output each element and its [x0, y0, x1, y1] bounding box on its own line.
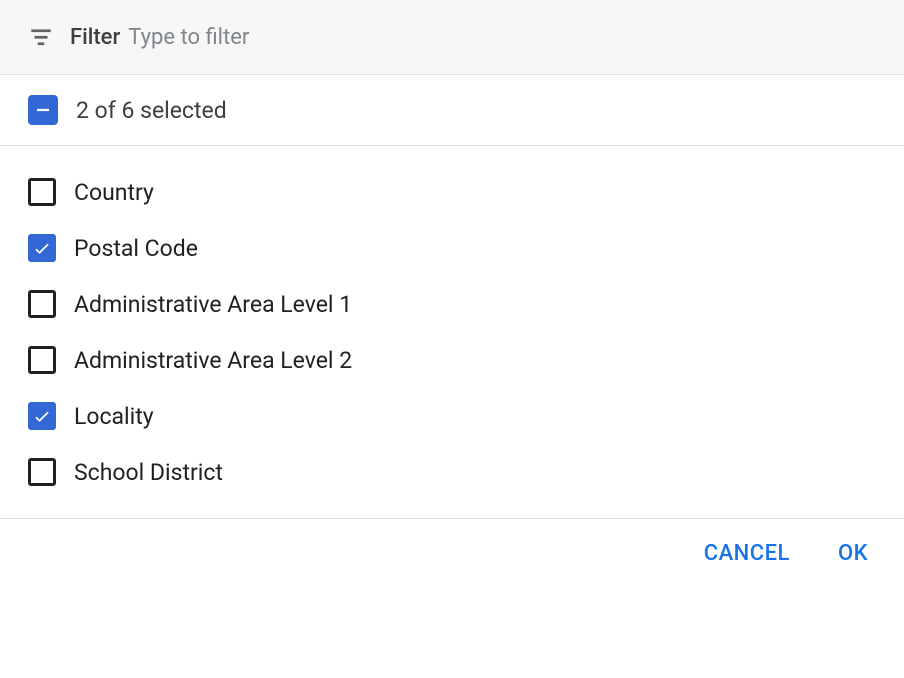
filter-input-placeholder[interactable]: Type to filter [128, 25, 249, 50]
select-all-checkbox[interactable] [28, 95, 58, 125]
option-label: Country [74, 179, 154, 206]
filter-label: Filter [70, 25, 120, 50]
dialog-actions: CANCEL OK [0, 519, 904, 588]
option-row-country[interactable]: Country [0, 164, 904, 220]
option-row-school-district[interactable]: School District [0, 444, 904, 500]
select-all-row[interactable]: 2 of 6 selected [0, 75, 904, 146]
checkbox-locality[interactable] [28, 402, 56, 430]
option-label: Administrative Area Level 2 [74, 347, 352, 374]
checkbox-school-district[interactable] [28, 458, 56, 486]
option-row-postal-code[interactable]: Postal Code [0, 220, 904, 276]
checkbox-admin-level-1[interactable] [28, 290, 56, 318]
option-label: School District [74, 459, 223, 486]
indeterminate-icon [34, 101, 52, 119]
checkbox-postal-code[interactable] [28, 234, 56, 262]
option-row-admin-level-2[interactable]: Administrative Area Level 2 [0, 332, 904, 388]
ok-button[interactable]: OK [838, 541, 868, 566]
options-list: Country Postal Code Administrative Area … [0, 146, 904, 519]
selection-summary-text: 2 of 6 selected [76, 97, 227, 124]
filter-bar: Filter Type to filter [0, 0, 904, 75]
checkmark-icon [32, 238, 52, 258]
option-row-locality[interactable]: Locality [0, 388, 904, 444]
filter-icon [28, 24, 54, 50]
cancel-button[interactable]: CANCEL [704, 541, 790, 566]
option-label: Postal Code [74, 235, 198, 262]
checkbox-admin-level-2[interactable] [28, 346, 56, 374]
checkbox-country[interactable] [28, 178, 56, 206]
option-label: Administrative Area Level 1 [74, 291, 352, 318]
option-label: Locality [74, 403, 154, 430]
checkmark-icon [32, 406, 52, 426]
option-row-admin-level-1[interactable]: Administrative Area Level 1 [0, 276, 904, 332]
